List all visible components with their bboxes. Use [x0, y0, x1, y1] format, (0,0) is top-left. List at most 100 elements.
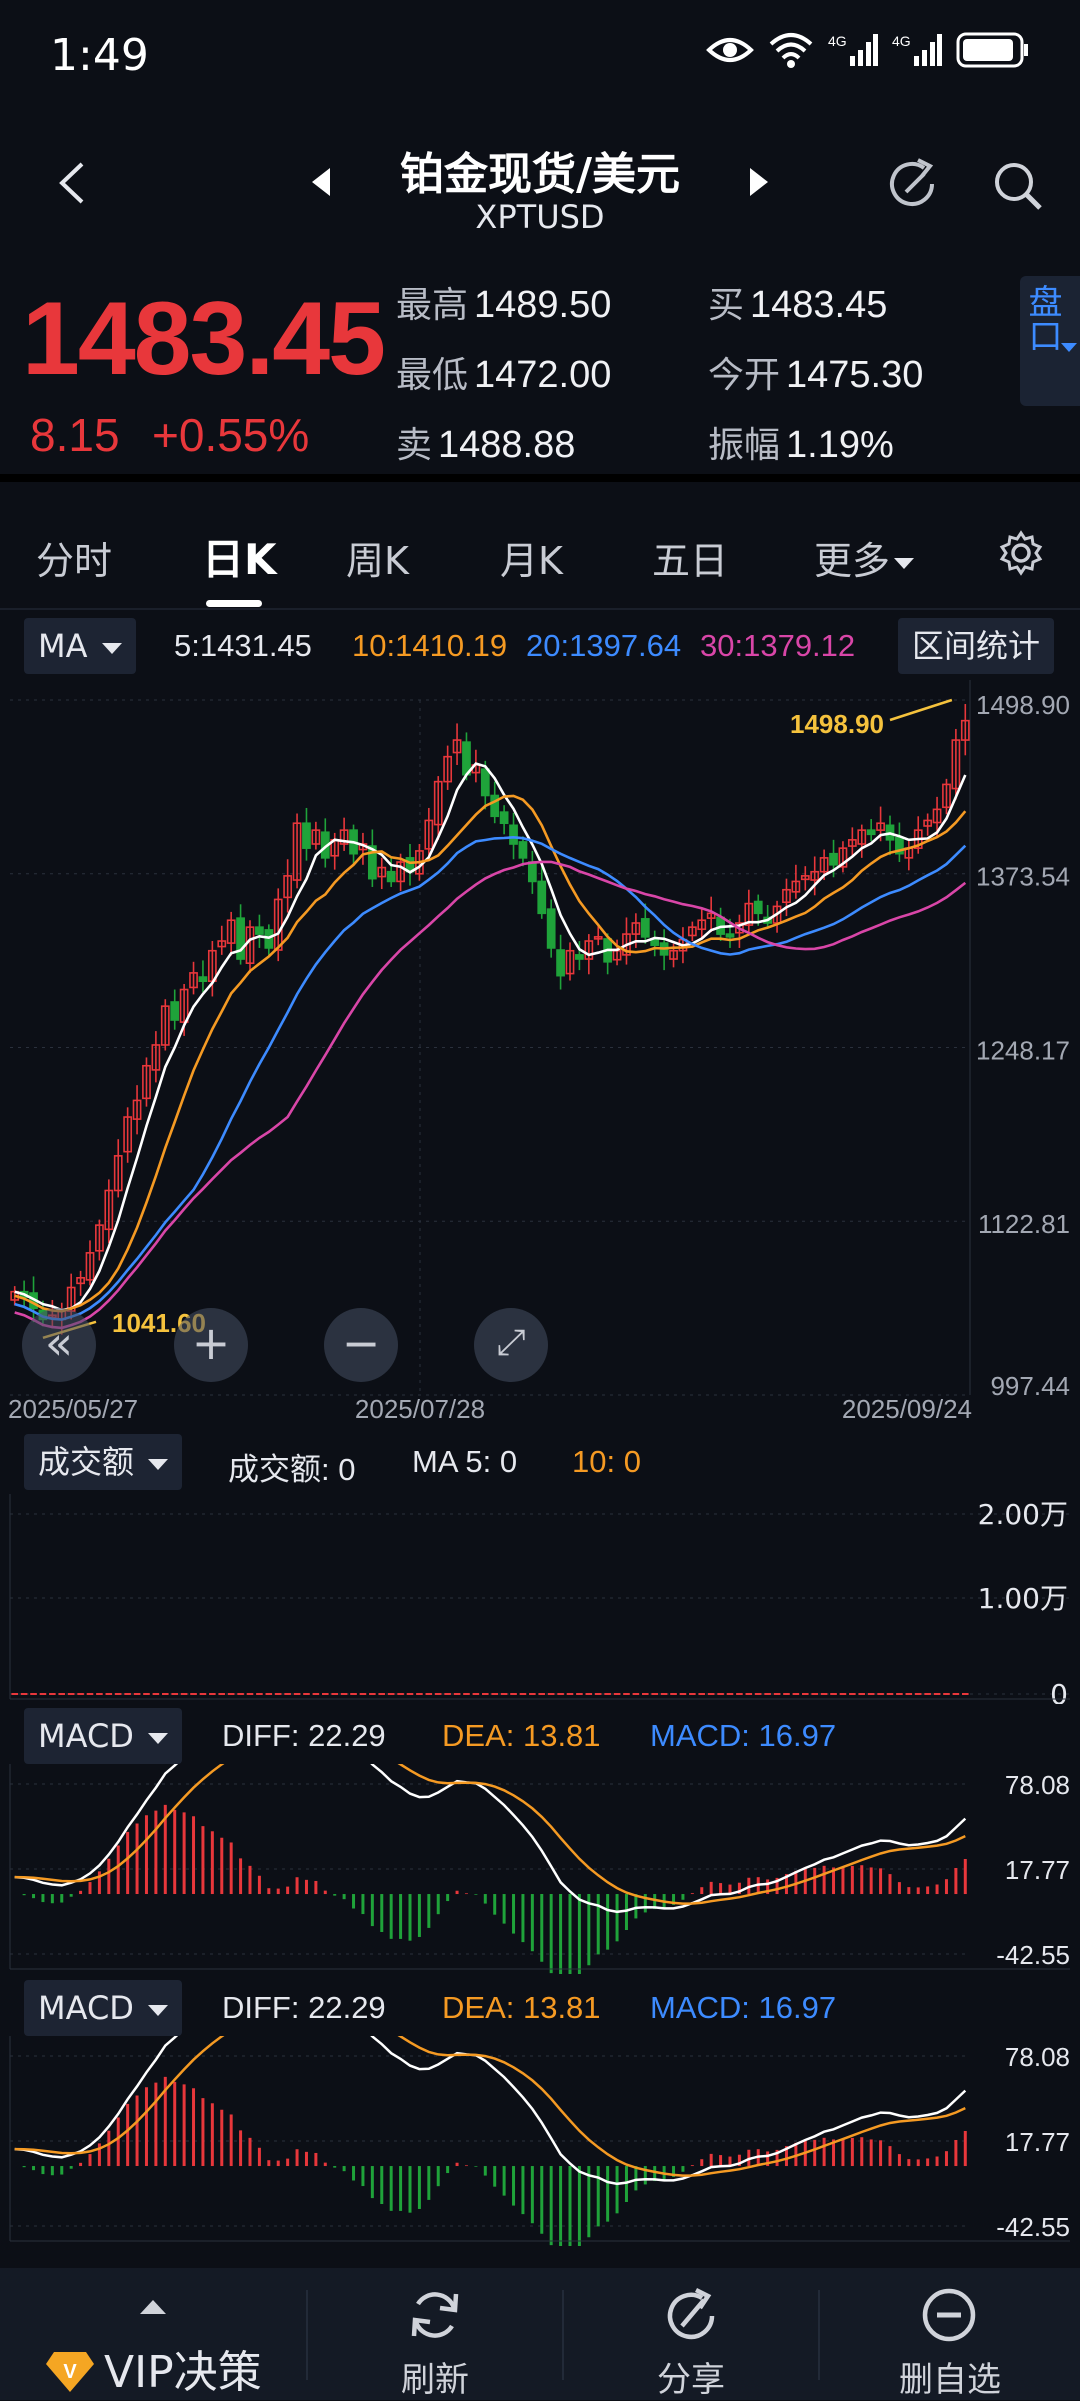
chevron-down-icon — [1061, 343, 1077, 352]
x-tick-label: 2025/07/28 — [355, 1394, 485, 1420]
refresh-share-icon[interactable] — [884, 154, 944, 214]
status-time: 1:49 — [50, 30, 149, 81]
volume-bar — [754, 1693, 762, 1695]
search-icon[interactable] — [990, 158, 1046, 214]
volume-bar — [20, 1693, 28, 1695]
volume-bar — [820, 1693, 828, 1695]
volume-bar — [962, 1693, 969, 1695]
macd-chart-2: 78.08 17.77 -42.55 — [9, 2036, 1070, 2246]
macd-y-tick-2: -42.55 — [996, 2212, 1070, 2242]
volume-bar — [576, 1693, 583, 1695]
caret-down-icon — [147, 2004, 168, 2016]
share-icon — [667, 2287, 715, 2340]
candle-body — [556, 949, 565, 977]
kline-chart[interactable]: 1498.90 1373.54 1248.17 1122.81 997.44 2025/0… — [0, 680, 1080, 1420]
vip-decision-button[interactable]: V VIP决策 — [0, 2268, 306, 2400]
refresh-button[interactable]: 刷新 — [308, 2268, 562, 2400]
volume-bar — [557, 1693, 564, 1695]
caret-down-icon — [101, 642, 122, 654]
tab-monthly-k[interactable]: 月K — [500, 530, 563, 585]
y-tick-label: 1373.54 — [976, 862, 1070, 892]
tab-more[interactable]: 更多 — [814, 530, 915, 585]
volume-bar — [717, 1693, 724, 1695]
volume-bar — [143, 1693, 150, 1695]
volume-bar — [585, 1693, 593, 1695]
active-tab-indicator — [206, 600, 262, 607]
volume-bar — [30, 1693, 37, 1695]
indicator-selector-ma[interactable]: MA — [24, 618, 136, 674]
volume-bar — [745, 1693, 753, 1695]
volume-bar — [642, 1693, 649, 1695]
eye-icon — [706, 38, 754, 62]
zoom-out-button[interactable]: − — [324, 1308, 398, 1382]
volume-bar — [896, 1693, 903, 1695]
app-header: 铂金现货/美元 XPTUSD — [0, 110, 1080, 260]
volume-bar — [369, 1693, 376, 1695]
volume-bar — [924, 1693, 931, 1695]
candle-body — [386, 870, 396, 883]
volume-bar — [246, 1693, 254, 1695]
refresh-icon — [411, 2292, 459, 2338]
tab-daily-k[interactable]: 日K — [202, 526, 277, 587]
indicator-selector-macd-2[interactable]: MACD — [24, 1980, 182, 2036]
tab-weekly-k[interactable]: 周K — [346, 530, 409, 585]
volume-ma10: 10: 0 — [572, 1444, 641, 1479]
svg-text:4G: 4G — [892, 33, 911, 49]
last-price: 1483.45 — [22, 281, 386, 397]
macd-chart: 78.08 17.77 -42.55 — [9, 1764, 1070, 1974]
indicator-selector-volume[interactable]: 成交额 — [24, 1434, 183, 1490]
volume-bar — [199, 1693, 207, 1695]
tab-five-day[interactable]: 五日 — [652, 530, 728, 585]
max-price-label: 1498.90 — [790, 709, 884, 739]
zoom-in-button[interactable]: + — [174, 1308, 248, 1382]
volume-bar — [303, 1693, 310, 1695]
range-stats-button[interactable]: 区间统计 — [898, 618, 1055, 674]
volume-bar — [689, 1693, 696, 1695]
volume-bar — [482, 1693, 489, 1695]
volume-bar — [322, 1693, 329, 1695]
indicator-selector-macd[interactable]: MACD — [24, 1708, 182, 1764]
volume-bar — [359, 1693, 367, 1695]
fullscreen-button[interactable]: ⤢ — [474, 1308, 548, 1382]
settings-gear-icon[interactable] — [998, 530, 1044, 576]
volume-bar — [632, 1693, 640, 1695]
y-tick-label: 1248.17 — [976, 1036, 1070, 1066]
status-icons: 4G 4G — [706, 32, 1030, 68]
ma10-value: 10:1410.19 — [352, 628, 508, 663]
macd-y-tick-2: 17.77 — [1005, 2127, 1070, 2157]
volume-bar — [96, 1693, 103, 1695]
next-symbol-icon[interactable] — [748, 166, 770, 198]
candle-body — [537, 880, 547, 915]
volume-bar — [566, 1693, 574, 1695]
battery-icon — [956, 32, 1028, 68]
volume-bar — [340, 1693, 348, 1695]
volume-bar — [802, 1693, 809, 1695]
volume-bar — [86, 1693, 94, 1695]
candle-body — [255, 926, 264, 935]
quote-bid: 买 1483.45 — [708, 284, 888, 326]
volume-bar — [764, 1693, 771, 1695]
volume-bar — [434, 1693, 442, 1695]
volume-bar — [491, 1693, 498, 1695]
candle-body — [753, 900, 763, 915]
volume-bar — [256, 1693, 263, 1695]
volume-bar — [651, 1693, 658, 1695]
order-book-button[interactable]: 盘口 — [1020, 276, 1080, 406]
candle-body — [236, 917, 245, 960]
volume-bar — [444, 1693, 451, 1695]
remove-watchlist-button[interactable]: 删自选 — [820, 2268, 1080, 2400]
volume-bar — [162, 1693, 169, 1695]
volume-bar — [274, 1693, 282, 1695]
candle-body — [829, 852, 838, 866]
share-button[interactable]: 分享 — [564, 2268, 818, 2400]
svg-text:V: V — [63, 2361, 77, 2383]
volume-bar — [425, 1693, 433, 1695]
scroll-left-button[interactable]: « — [22, 1308, 96, 1382]
candle-body — [499, 811, 509, 825]
tab-intraday[interactable]: 分时 — [36, 530, 112, 585]
volume-bar — [180, 1693, 188, 1695]
y-tick-label: 1122.81 — [978, 1209, 1070, 1239]
volume-bar — [604, 1693, 611, 1695]
candle-body — [518, 841, 528, 859]
volume-bar — [529, 1693, 536, 1695]
